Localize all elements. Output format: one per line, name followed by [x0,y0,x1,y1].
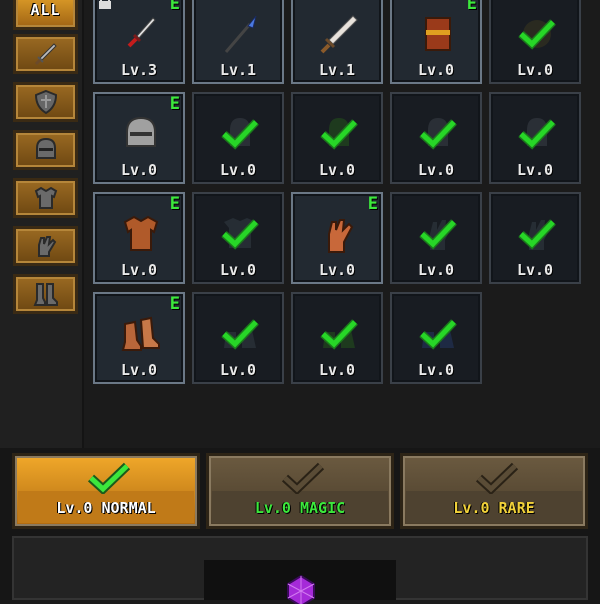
item-slot[interactable]: Lv.0 [291,292,383,384]
item-slot[interactable]: Lv.1 [192,0,284,84]
item-level: Lv.0 [219,261,257,279]
item-level: Lv.0 [516,261,554,279]
leather-armor-icon [123,215,159,251]
item-slot[interactable]: E Lv.0 [390,0,482,84]
category-gloves-button[interactable] [13,226,78,266]
item-level: Lv.0 [318,161,356,179]
tier-normal-label: Lv.0 NORMAL [56,499,156,517]
broad-sword-icon [320,15,358,54]
item-level: Lv.0 [516,61,554,79]
equipped-badge: E [169,194,180,214]
check-icon [518,19,556,50]
item-level: Lv.0 [120,261,158,279]
item-level: Lv.0 [219,361,257,379]
gloves-icon [37,236,56,257]
boots-icon [33,283,58,306]
check-icon [87,462,131,494]
equipped-badge: E [169,94,180,114]
item-slot[interactable]: Lv.0 [192,92,284,184]
item-level: Lv.0 [516,161,554,179]
leather-boots-icon [121,316,160,351]
check-icon [320,319,358,350]
item-slot[interactable]: E Lv.0 [93,92,185,184]
check-icon [221,118,259,150]
item-level: Lv.0 [318,361,356,379]
check-icon [221,218,259,250]
helmet-icon [35,137,56,159]
check-icon [281,462,325,494]
iron-helmet-icon [126,116,156,147]
item-level: Lv.0 [417,261,455,279]
category-all-label: ALL [30,1,61,19]
leather-gloves-icon [328,219,354,253]
equipped-badge: E [169,294,180,314]
red-dagger-icon [127,17,156,48]
spear-icon [224,15,257,53]
equipped-badge: E [169,0,180,14]
item-level: Lv.1 [318,61,356,79]
item-level: Lv.0 [417,361,455,379]
check-icon [419,118,457,150]
item-level: Lv.0 [120,361,158,379]
item-slot[interactable]: Lv.1 [291,0,383,84]
item-level: Lv.1 [219,61,257,79]
check-icon [221,319,259,350]
armor-icon [34,186,57,209]
gem-slot[interactable] [204,560,396,604]
item-slot[interactable]: Lv.0 [291,92,383,184]
item-slot[interactable]: Lv.0 [390,292,482,384]
category-armor-button[interactable] [13,178,78,218]
item-slot[interactable]: E Lv.0 [291,192,383,284]
category-sidebar: ALL [0,0,84,448]
item-level: Lv.0 [417,61,455,79]
item-slot[interactable]: E Lv.3 [93,0,185,84]
item-level: Lv.0 [318,261,356,279]
item-slot[interactable]: E Lv.0 [93,292,185,384]
check-icon [518,118,556,150]
item-level: Lv.0 [219,161,257,179]
shield-icon [34,89,57,115]
item-level: Lv.0 [417,161,455,179]
item-level: Lv.0 [120,161,158,179]
equipped-badge: E [367,194,378,214]
lock-icon [98,0,112,14]
check-icon [475,462,519,494]
item-slot[interactable]: E Lv.0 [93,192,185,284]
tier-rare-button[interactable]: Lv.0 RARE [400,453,588,529]
item-slot[interactable]: Lv.0 [489,0,581,84]
category-helmet-button[interactable] [13,130,78,170]
item-slot[interactable]: Lv.0 [192,192,284,284]
category-weapon-button[interactable] [13,34,78,74]
item-grid: E Lv.3 Lv.1 Lv.1 E Lv.0 Lv.0 E Lv.0 Lv.0… [86,0,600,448]
category-all-button[interactable]: ALL [13,0,78,30]
item-slot[interactable]: Lv.0 [489,192,581,284]
tier-magic-button[interactable]: Lv.0 MAGIC [206,453,394,529]
equipped-badge: E [466,0,477,14]
item-slot[interactable]: Lv.0 [489,92,581,184]
tier-magic-label: Lv.0 MAGIC [254,499,346,517]
sword-icon [34,43,57,66]
check-icon [419,219,457,250]
item-level: Lv.3 [120,61,158,79]
check-icon [320,118,358,150]
item-slot[interactable]: Lv.0 [390,192,482,284]
tier-rare-label: Lv.0 RARE [453,499,535,517]
check-icon [518,219,556,250]
wooden-shield-icon [425,17,451,51]
item-slot[interactable]: Lv.0 [390,92,482,184]
check-icon [419,319,457,350]
category-boots-button[interactable] [13,274,78,314]
item-slot[interactable]: Lv.0 [192,292,284,384]
category-shield-button[interactable] [13,82,78,122]
tier-normal-button[interactable]: Lv.0 NORMAL [12,453,200,529]
